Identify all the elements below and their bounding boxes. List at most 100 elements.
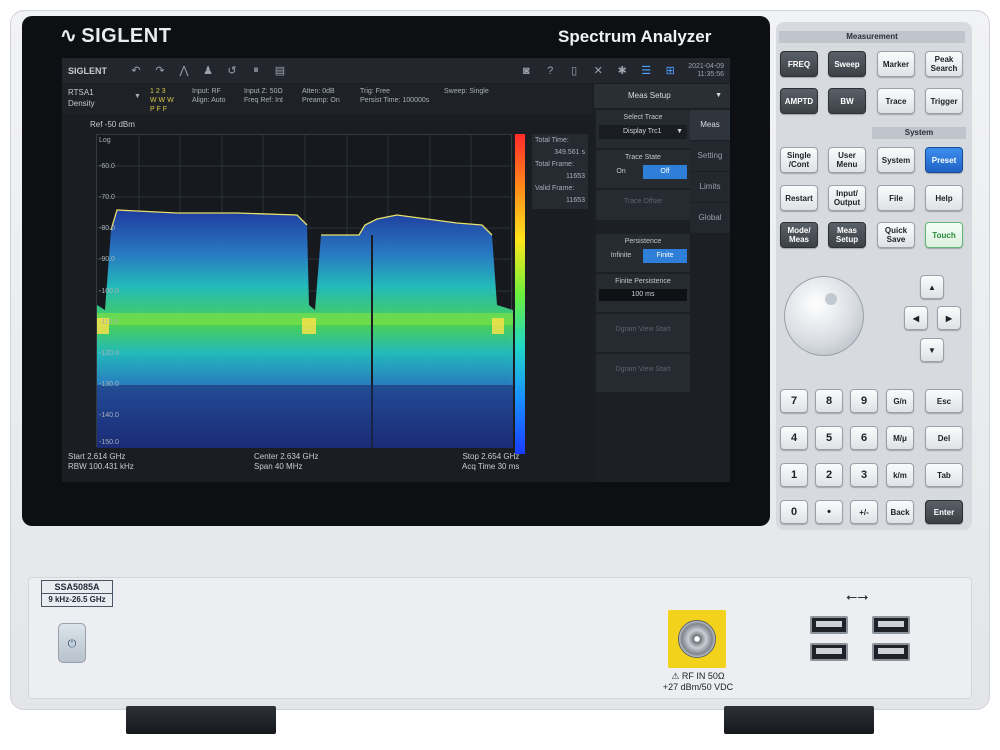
peak-icon[interactable]: ⋀ <box>172 64 196 77</box>
help-key[interactable]: Help <box>925 185 963 211</box>
trace-state-toggle[interactable]: On Off <box>599 165 687 179</box>
amptd-key[interactable]: AMPTD <box>780 88 818 114</box>
dgram-stop-label[interactable]: Dgram View Start <box>596 354 690 373</box>
marker-key[interactable]: Marker <box>877 51 915 77</box>
tools-icon[interactable]: ✕ <box>586 64 610 77</box>
trace-state-box: Trace State On Off <box>596 150 690 188</box>
atten-info[interactable]: Atten: 0dB Preamp: On <box>302 87 340 105</box>
digit-8-key[interactable]: 8 <box>815 389 843 413</box>
center-freq-info[interactable]: Center 2.634 GHz Span 40 MHz <box>254 452 318 472</box>
trace-indicators[interactable]: 1 2 3 W W W P F F <box>150 87 174 114</box>
spectrum-plot[interactable]: Log -60.0 -70.0 -80.0 -90.0 -100.0 -110.… <box>96 134 513 448</box>
settings-icon[interactable]: ✱ <box>610 64 634 77</box>
redo-icon[interactable]: ↷ <box>148 64 172 77</box>
trigger-key[interactable]: Trigger <box>925 88 963 114</box>
network-icon[interactable]: ⊞ <box>658 64 682 77</box>
persistence-finite[interactable]: Finite <box>643 249 687 263</box>
select-trace-dropdown[interactable]: Display Trc1 ▼ <box>599 125 687 139</box>
tab-key[interactable]: Tab <box>925 463 963 487</box>
scale-label: Log <box>99 137 111 144</box>
dgram-start-label[interactable]: Dgram View Start <box>596 314 690 333</box>
enter-key[interactable]: Enter <box>925 500 963 524</box>
usb-port[interactable] <box>810 616 848 634</box>
mode-dropdown-icon[interactable]: ▼ <box>134 92 141 101</box>
inputz-info[interactable]: Input Z: 50Ω Freq Ref: Int <box>244 87 283 105</box>
giga-nano-key[interactable]: G/n <box>886 389 914 413</box>
digit-9-key[interactable]: 9 <box>850 389 878 413</box>
tab-global[interactable]: Global <box>690 203 730 233</box>
freq-key[interactable]: FREQ <box>780 51 818 77</box>
persistence-infinite[interactable]: Infinite <box>599 249 643 263</box>
quick-save-key[interactable]: Quick Save <box>877 222 915 248</box>
persistence-toggle[interactable]: Infinite Finite <box>599 249 687 263</box>
sweep-info[interactable]: Sweep: Single <box>444 87 489 96</box>
stop-freq-info[interactable]: Stop 2.654 GHz Acq Time 30 ms <box>462 452 519 472</box>
esc-key[interactable]: Esc <box>925 389 963 413</box>
tab-setting[interactable]: Setting <box>690 141 730 171</box>
user-menu-key[interactable]: User Menu <box>828 147 866 173</box>
input-output-key[interactable]: Input/ Output <box>828 185 866 211</box>
rf-input-connector[interactable] <box>678 620 716 658</box>
arrow-down-icon[interactable]: ▼ <box>920 338 944 362</box>
file-icon[interactable]: ▯ <box>562 64 586 77</box>
digit-7-key[interactable]: 7 <box>780 389 808 413</box>
start-freq: Start 2.614 GHz <box>68 452 126 461</box>
del-key[interactable]: Del <box>925 426 963 450</box>
file-key[interactable]: File <box>877 185 915 211</box>
digit-2-key[interactable]: 2 <box>815 463 843 487</box>
arrow-right-icon[interactable]: ▶ <box>937 306 961 330</box>
digit-6-key[interactable]: 6 <box>850 426 878 450</box>
power-button[interactable]: ⏻ <box>58 623 86 663</box>
finite-persistence-input[interactable]: 100 ms <box>599 289 687 301</box>
rotary-knob[interactable] <box>784 276 864 356</box>
digit-3-key[interactable]: 3 <box>850 463 878 487</box>
panel-dropdown-icon[interactable]: ▼ <box>715 84 722 108</box>
list-icon[interactable]: ☰ <box>634 64 658 77</box>
restart-key[interactable]: Restart <box>780 185 818 211</box>
digit-4-key[interactable]: 4 <box>780 426 808 450</box>
tab-meas[interactable]: Meas <box>690 110 730 140</box>
undo-icon[interactable]: ↶ <box>124 64 148 77</box>
trace-state-off[interactable]: Off <box>643 165 687 179</box>
plus-minus-key[interactable]: +/- <box>850 500 878 524</box>
system-key[interactable]: System <box>877 147 915 173</box>
arrow-up-icon[interactable]: ▲ <box>920 275 944 299</box>
trace-state-on[interactable]: On <box>599 165 643 179</box>
preset-key[interactable]: Preset <box>925 147 963 173</box>
siglent-logo-icon: ∿ <box>60 25 78 47</box>
freq-range: 9 kHz-26.5 GHz <box>42 593 112 606</box>
mode-selector[interactable]: RTSA1 Density <box>68 87 95 109</box>
usb-port[interactable] <box>872 643 910 661</box>
pause-icon[interactable]: ⏸ <box>244 64 268 77</box>
trace-offset-label[interactable]: Trace Offset <box>596 190 690 205</box>
start-freq-info[interactable]: Start 2.614 GHz RBW 100.431 kHz <box>68 452 134 472</box>
usb-port[interactable] <box>810 643 848 661</box>
mega-micro-key[interactable]: M/μ <box>886 426 914 450</box>
peak-search-key[interactable]: Peak Search <box>925 51 963 77</box>
help-icon[interactable]: ? <box>538 65 562 77</box>
digit-1-key[interactable]: 1 <box>780 463 808 487</box>
panel-title[interactable]: Meas Setup ▼ <box>594 84 730 108</box>
bw-key[interactable]: BW <box>828 88 866 114</box>
input-info[interactable]: Input: RF Align: Auto <box>192 87 225 105</box>
decimal-key[interactable]: • <box>815 500 843 524</box>
back-key[interactable]: Back <box>886 500 914 524</box>
digit-0-key[interactable]: 0 <box>780 500 808 524</box>
marker-icon[interactable]: ♟ <box>196 64 220 77</box>
mode-meas-key[interactable]: Mode/ Meas <box>780 222 818 248</box>
touch-key[interactable]: Touch <box>925 222 963 248</box>
camera-icon[interactable]: ◙ <box>514 65 538 77</box>
trace-key[interactable]: Trace <box>877 88 915 114</box>
arrow-left-icon[interactable]: ◀ <box>904 306 928 330</box>
sweep-key[interactable]: Sweep <box>828 51 866 77</box>
single-cont-key[interactable]: Single /Cont <box>780 147 818 173</box>
usb-port[interactable] <box>872 616 910 634</box>
meas-setup-key[interactable]: Meas Setup <box>828 222 866 248</box>
digit-5-key[interactable]: 5 <box>815 426 843 450</box>
trig-info[interactable]: Trig: Free Persist Time: 100000s <box>360 87 429 105</box>
kilo-milli-key[interactable]: k/m <box>886 463 914 487</box>
message-icon[interactable]: ▤ <box>268 64 292 77</box>
ref-level[interactable]: Ref -50 dBm <box>90 120 135 129</box>
tab-limits[interactable]: Limits <box>690 172 730 202</box>
restart-icon[interactable]: ↺ <box>220 64 244 77</box>
